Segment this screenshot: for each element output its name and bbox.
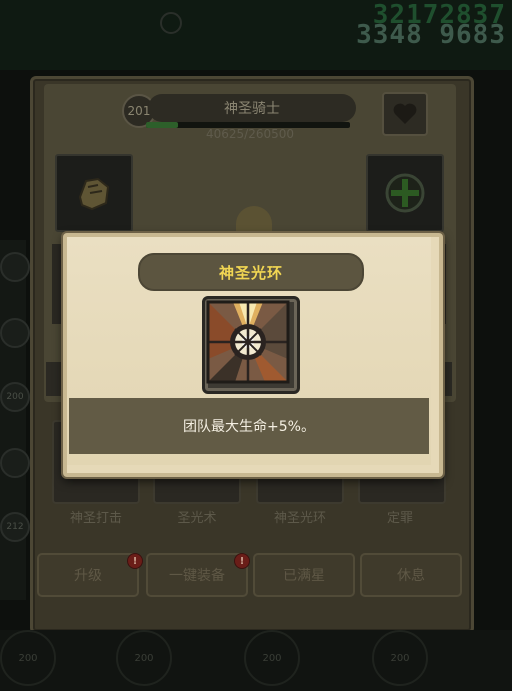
hero-portrait [236, 206, 272, 236]
side-level-badge[interactable]: 212 [0, 512, 30, 542]
alert-badge: ! [127, 553, 143, 569]
side-level-badge[interactable]: 200 [0, 382, 30, 412]
side-sword-icon[interactable] [0, 318, 30, 348]
popup-description-band: 团队最大生命+5%。 [69, 398, 429, 454]
alert-badge: ! [234, 553, 250, 569]
top-round-icon[interactable] [160, 12, 182, 34]
skill-label: 神圣打击 [69, 511, 122, 526]
skill-icon-frame [202, 296, 300, 394]
equip-all-button[interactable]: 一键装备 [146, 553, 248, 597]
panel-tab-left [46, 362, 64, 396]
equipment-slot-add[interactable] [366, 154, 444, 232]
hero-name: 神圣骑士 [148, 94, 356, 122]
heart-icon [393, 103, 417, 124]
rest-button[interactable]: 休息 [360, 553, 462, 597]
currency-secondary: 3348 9683 [356, 20, 506, 50]
bottom-hero-slot[interactable]: 200 [372, 630, 428, 686]
side-axe-icon[interactable] [0, 448, 30, 478]
gauntlet-icon [78, 177, 110, 211]
popup-description: 团队最大生命+5%。 [183, 419, 315, 435]
skill-label: 圣光术 [177, 511, 217, 526]
skill-label: 定罪 [386, 511, 413, 526]
bottom-hero-slot[interactable]: 200 [0, 630, 56, 686]
side-slot-left [52, 244, 62, 324]
upgrade-button[interactable]: 升级 [37, 553, 139, 597]
bottom-hero-slot[interactable]: 200 [116, 630, 172, 686]
skill-label: 神圣光环 [273, 511, 326, 526]
holy-aura-icon [206, 300, 290, 384]
star-max-button[interactable]: 已满星 [253, 553, 355, 597]
equipment-slot-gauntlet[interactable] [55, 154, 133, 232]
popup-title-banner: 神圣光环 [138, 253, 364, 291]
popup-title: 神圣光环 [218, 263, 283, 282]
bottom-hero-slot[interactable]: 200 [244, 630, 300, 686]
plus-icon [385, 173, 425, 213]
exp-text: 40625/260500 [205, 127, 295, 141]
left-side-bar [0, 240, 26, 600]
side-hero-icon[interactable] [0, 252, 30, 282]
favorite-button[interactable] [382, 92, 428, 136]
